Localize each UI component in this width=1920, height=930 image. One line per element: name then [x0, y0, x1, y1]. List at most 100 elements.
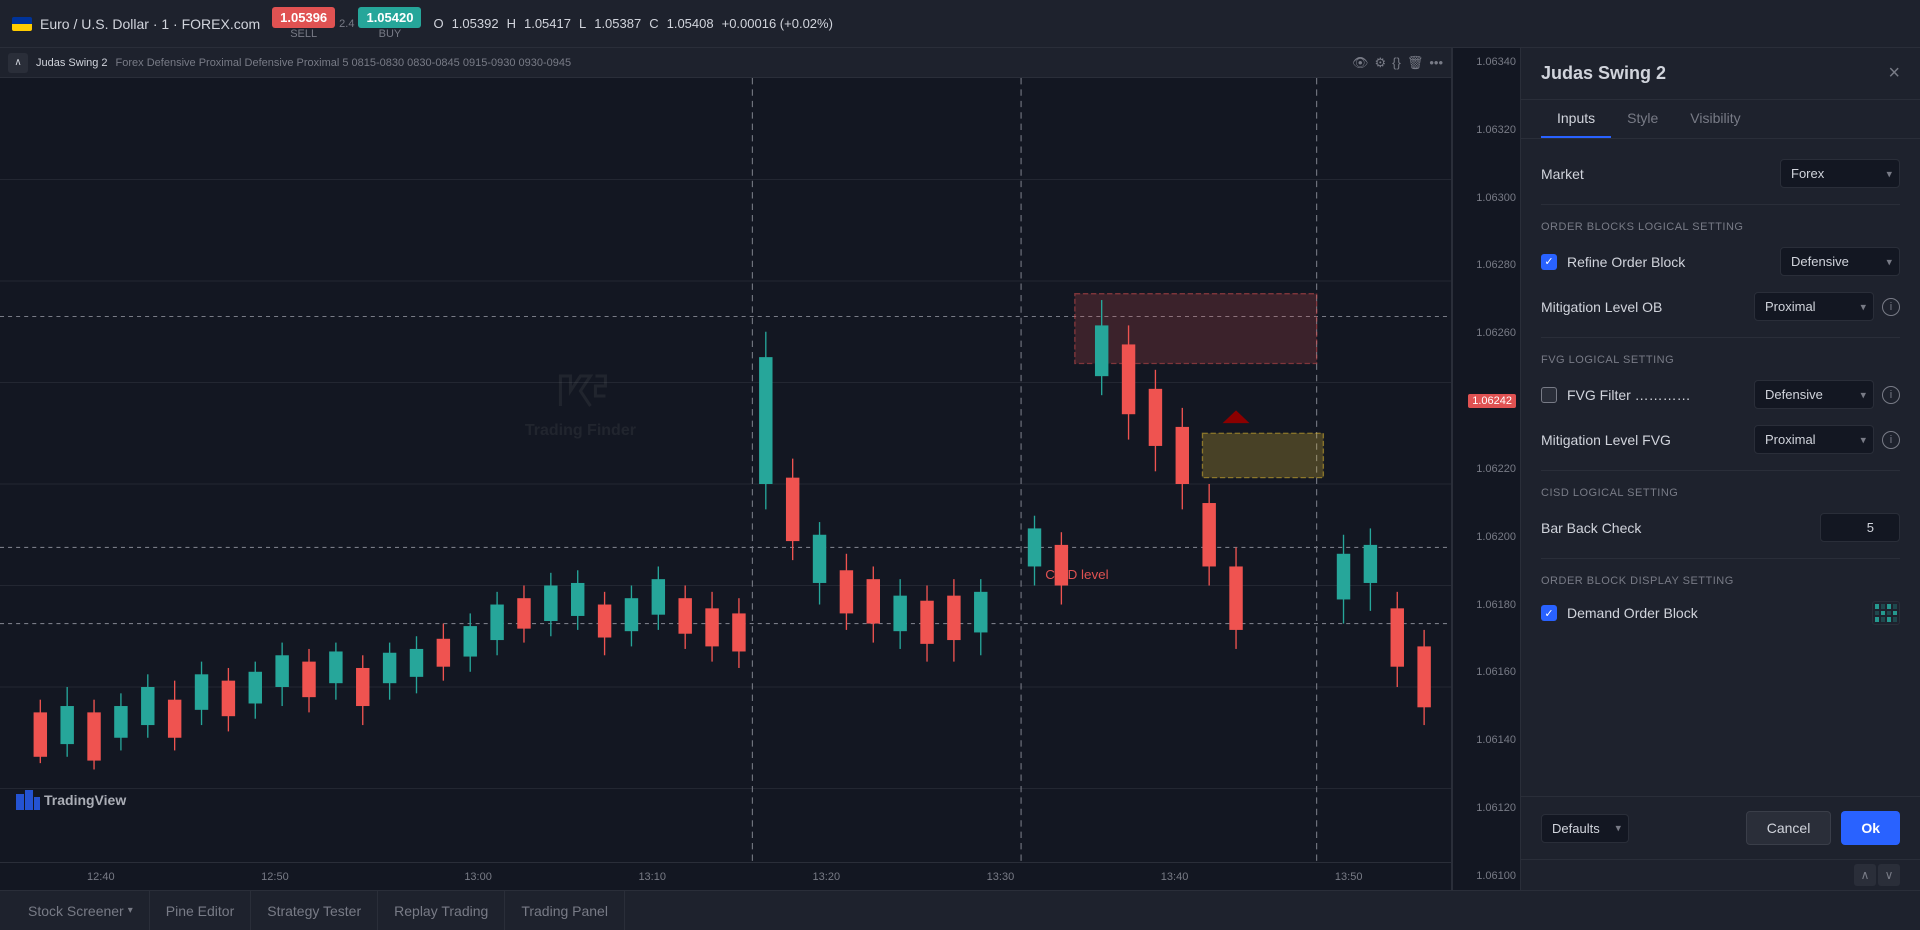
time-label-1310: 13:10 — [638, 871, 666, 883]
mitigation-ob-label: Mitigation Level OB — [1541, 299, 1662, 315]
eu-us-flag-icon — [12, 17, 32, 31]
tradingview-logo: TradingView — [16, 790, 126, 810]
panel-tabs: Inputs Style Visibility — [1521, 100, 1920, 139]
tab-inputs[interactable]: Inputs — [1541, 100, 1611, 138]
indicator-bar: ∧ Judas Swing 2 Forex Defensive Proximal… — [0, 48, 1451, 78]
footer-left: Defaults — [1541, 814, 1629, 843]
main-area: ∧ Judas Swing 2 Forex Defensive Proximal… — [0, 48, 1920, 890]
o-value: 1.05392 — [452, 16, 499, 31]
ok-button[interactable]: Ok — [1841, 811, 1900, 845]
price-scale: 1.06340 1.06320 1.06300 1.06280 1.06260 … — [1452, 48, 1520, 890]
time-axis: 12:40 12:50 13:00 13:10 13:20 13:30 13:4… — [0, 862, 1451, 890]
fvg-filter-select-wrapper[interactable]: Defensive Aggressive None — [1754, 380, 1874, 409]
demand-ob-row: ✓ Demand Order Block — [1541, 601, 1900, 625]
collapse-button[interactable]: ∧ — [8, 53, 28, 73]
toolbar-strategy-tester[interactable]: Strategy Tester — [251, 891, 378, 930]
toolbar-stock-screener[interactable]: Stock Screener ▾ — [12, 891, 150, 930]
scroll-area: ∧ ∨ — [1521, 859, 1920, 890]
eye-icon[interactable]: 👁 — [1352, 55, 1369, 71]
price-level-13: 1.06100 — [1457, 870, 1516, 882]
mitigation-ob-select[interactable]: Proximal 50% Distal — [1754, 292, 1874, 321]
time-label-1340: 13:40 — [1161, 871, 1189, 883]
demand-ob-checkbox[interactable]: ✓ — [1541, 605, 1557, 621]
mitigation-ob-row: Mitigation Level OB Proximal 50% Distal … — [1541, 292, 1900, 321]
refine-ob-select-wrapper[interactable]: Defensive Aggressive None — [1780, 247, 1900, 276]
ohlc-info: O1.05392 H1.05417 L1.05387 C1.05408 +0.0… — [433, 16, 832, 31]
chart-section: ∧ Judas Swing 2 Forex Defensive Proximal… — [0, 48, 1452, 890]
chart-canvas[interactable]: Trading Finder — [0, 78, 1451, 890]
fvg-filter-row: FVG Filter ………… Defensive Aggressive Non… — [1541, 380, 1900, 409]
bar-back-row: Bar Back Check — [1541, 513, 1900, 542]
toolbar-pine-editor[interactable]: Pine Editor — [150, 891, 251, 930]
toolbar-replay-trading[interactable]: Replay Trading — [378, 891, 505, 930]
l-label: L — [579, 16, 586, 31]
fvg-section-header: FVG LOGICAL SETTING — [1541, 354, 1900, 366]
more-icon[interactable]: ••• — [1429, 55, 1443, 71]
divider-2 — [1541, 337, 1900, 338]
scroll-up-button[interactable]: ∧ — [1854, 864, 1876, 886]
market-select-wrapper[interactable]: Forex Crypto Stocks Futures — [1780, 159, 1900, 188]
curly-braces-icon[interactable]: {} — [1392, 55, 1401, 71]
panel-header: Judas Swing 2 × — [1521, 48, 1920, 100]
tab-style[interactable]: Style — [1611, 100, 1674, 138]
c-label: C — [649, 16, 658, 31]
price-level-1: 1.06340 — [1457, 56, 1516, 68]
divider-4 — [1541, 558, 1900, 559]
price-level-6: 1.06242 — [1457, 395, 1516, 407]
scroll-down-button[interactable]: ∨ — [1878, 864, 1900, 886]
toolbar-trading-panel[interactable]: Trading Panel — [505, 891, 625, 930]
pine-editor-label: Pine Editor — [166, 903, 234, 919]
cancel-button[interactable]: Cancel — [1746, 811, 1832, 845]
price-level-11: 1.06140 — [1457, 734, 1516, 746]
close-button[interactable]: × — [1888, 62, 1900, 85]
buy-price[interactable]: 1.05420 — [358, 7, 421, 28]
mitigation-fvg-row: Mitigation Level FVG Proximal 50% Distal… — [1541, 425, 1900, 454]
sell-label: SELL — [290, 28, 317, 40]
top-bar: Euro / U.S. Dollar · 1 · FOREX.com 1.053… — [0, 0, 1920, 48]
settings-icon[interactable]: ⚙ — [1374, 55, 1386, 71]
mitigation-fvg-select-wrapper[interactable]: Proximal 50% Distal — [1754, 425, 1874, 454]
mitigation-fvg-select[interactable]: Proximal 50% Distal — [1754, 425, 1874, 454]
tab-visibility[interactable]: Visibility — [1674, 100, 1756, 138]
checkmark-icon: ✓ — [1544, 255, 1553, 268]
market-row: Market Forex Crypto Stocks Futures — [1541, 159, 1900, 188]
defaults-select[interactable]: Defaults — [1541, 814, 1629, 843]
sell-price-group[interactable]: 1.05396 SELL 2.4 1.05420 BUY — [272, 7, 421, 40]
time-label-1330: 13:30 — [987, 871, 1015, 883]
fvg-filter-info-icon[interactable]: i — [1882, 386, 1900, 404]
fvg-filter-checkbox[interactable] — [1541, 387, 1557, 403]
refine-ob-select[interactable]: Defensive Aggressive None — [1780, 247, 1900, 276]
mitigation-ob-info-icon[interactable]: i — [1882, 298, 1900, 316]
refine-ob-checkbox[interactable]: ✓ — [1541, 254, 1557, 270]
demand-ob-pattern-icon[interactable] — [1872, 601, 1900, 625]
price-level-5: 1.06260 — [1457, 327, 1516, 339]
scroll-arrows: ∧ ∨ — [1854, 864, 1900, 886]
demand-checkmark-icon: ✓ — [1544, 607, 1553, 620]
delete-icon[interactable]: 🗑 — [1407, 55, 1424, 71]
right-panel: Judas Swing 2 × Inputs Style Visibility … — [1520, 48, 1920, 890]
price-level-4: 1.06280 — [1457, 259, 1516, 271]
mitigation-ob-select-wrapper[interactable]: Proximal 50% Distal — [1754, 292, 1874, 321]
fvg-filter-checkbox-group: FVG Filter ………… — [1541, 387, 1691, 403]
indicator-name: Judas Swing 2 — [36, 57, 108, 69]
fvg-filter-select[interactable]: Defensive Aggressive None — [1754, 380, 1874, 409]
mitigation-ob-controls: Proximal 50% Distal i — [1754, 292, 1900, 321]
sell-price[interactable]: 1.05396 — [272, 7, 335, 28]
market-select[interactable]: Forex Crypto Stocks Futures — [1780, 159, 1900, 188]
c-value: 1.05408 — [667, 16, 714, 31]
price-level-8: 1.06200 — [1457, 531, 1516, 543]
refine-ob-label: Refine Order Block — [1567, 254, 1685, 270]
stock-screener-label: Stock Screener — [28, 903, 124, 919]
divider-3 — [1541, 470, 1900, 471]
refine-ob-row: ✓ Refine Order Block Defensive Aggressiv… — [1541, 247, 1900, 276]
time-label-1240: 12:40 — [87, 871, 115, 883]
mitigation-fvg-info-icon[interactable]: i — [1882, 431, 1900, 449]
stock-screener-arrow-icon: ▾ — [128, 905, 133, 916]
time-label-1250: 12:50 — [261, 871, 289, 883]
bar-back-input[interactable] — [1820, 513, 1900, 542]
time-label-1320: 13:20 — [813, 871, 841, 883]
refine-ob-checkbox-group: ✓ Refine Order Block — [1541, 254, 1685, 270]
h-label: H — [507, 16, 516, 31]
fvg-filter-controls: Defensive Aggressive None i — [1754, 380, 1900, 409]
defaults-select-wrapper[interactable]: Defaults — [1541, 814, 1629, 843]
